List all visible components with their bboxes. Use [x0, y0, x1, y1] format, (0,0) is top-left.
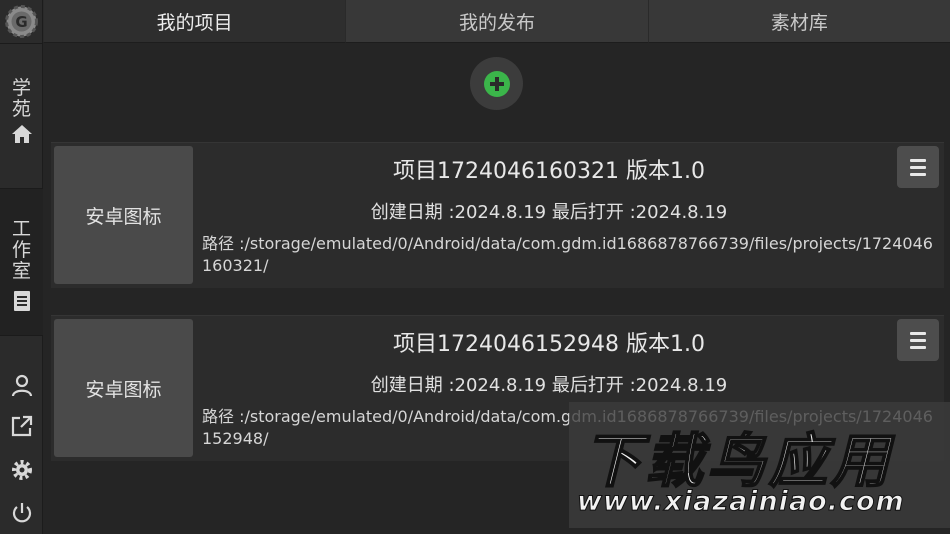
project-thumbnail[interactable]: 安卓图标 [54, 146, 193, 284]
project-title: 项目1724046160321 版本1.0 [393, 159, 705, 184]
app-window: G 学苑 工作室 我的项目 我的发布 素材库 安卓图标 项目1724046160… [0, 0, 950, 534]
tab-my-projects[interactable]: 我的项目 [43, 0, 346, 43]
watermark-overlay: 下载鸟应用 www.xiazainiao.com [569, 402, 950, 528]
menu-icon-line [910, 158, 926, 162]
top-tab-bar: 我的项目 我的发布 素材库 [43, 0, 950, 43]
gear-icon[interactable] [9, 457, 34, 482]
project-dates: 创建日期 :2024.8.19 最后打开 :2024.8.19 [370, 202, 728, 223]
project-title: 项目1724046152948 版本1.0 [393, 332, 705, 357]
sidebar-item-studio[interactable]: 工作室 [0, 189, 43, 335]
left-sidebar: G 学苑 工作室 [0, 0, 43, 534]
svg-text:G: G [15, 13, 27, 31]
project-menu-button[interactable] [897, 146, 939, 188]
menu-icon-line [910, 172, 926, 176]
menu-icon-line [910, 165, 926, 169]
sidebar-divider [0, 43, 43, 44]
share-icon[interactable] [9, 413, 34, 438]
sidebar-item-academy[interactable]: 学苑 [0, 78, 43, 178]
tab-my-publications[interactable]: 我的发布 [345, 0, 648, 43]
document-icon [12, 290, 32, 316]
project-dates: 创建日期 :2024.8.19 最后打开 :2024.8.19 [370, 375, 728, 396]
project-card[interactable]: 安卓图标 项目1724046160321 版本1.0 创建日期 :2024.8.… [51, 142, 944, 288]
sidebar-item-label: 学苑 [11, 77, 31, 120]
sidebar-divider [0, 335, 43, 336]
home-icon [11, 124, 33, 148]
plus-circle-icon [483, 70, 510, 97]
power-icon[interactable] [9, 500, 34, 525]
menu-icon-line [910, 338, 926, 342]
add-project-button[interactable] [470, 57, 523, 110]
project-thumbnail[interactable]: 安卓图标 [54, 319, 193, 457]
app-logo-gear-icon[interactable]: G [3, 3, 40, 40]
sidebar-item-label: 工作室 [11, 218, 31, 282]
tab-material-library[interactable]: 素材库 [647, 0, 950, 43]
user-icon[interactable] [9, 372, 34, 397]
watermark-url: www.xiazainiao.com [577, 486, 905, 518]
project-menu-button[interactable] [897, 319, 939, 361]
project-path: 路径 :/storage/emulated/0/Android/data/com… [202, 234, 933, 275]
menu-icon-line [910, 345, 926, 349]
menu-icon-line [910, 331, 926, 335]
